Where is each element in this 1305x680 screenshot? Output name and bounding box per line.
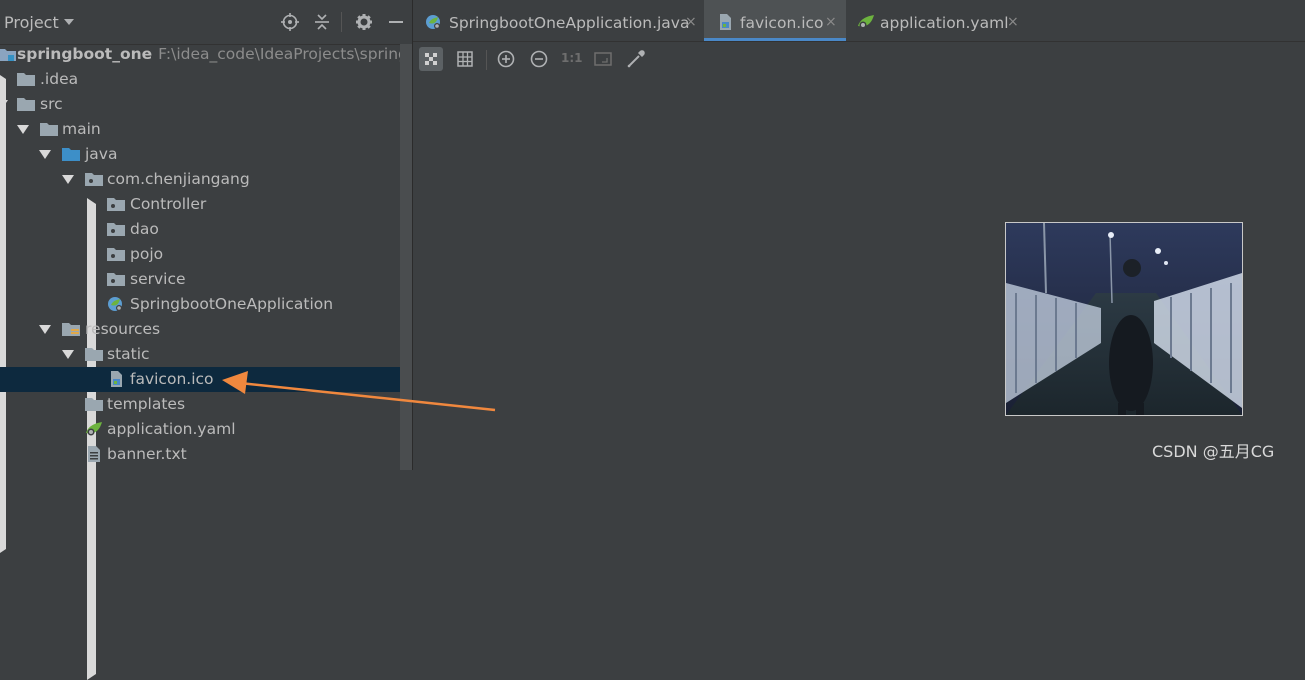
- tab-label: SpringbootOneApplication.java: [449, 14, 690, 32]
- tree-label: templates: [107, 395, 186, 413]
- image-editor-toolbar: 1:1: [413, 42, 1305, 76]
- tree-label: resources: [85, 320, 161, 338]
- grid-icon[interactable]: [453, 47, 477, 71]
- tab-favicon[interactable]: favicon.ico ×: [704, 0, 846, 41]
- gear-icon[interactable]: [355, 13, 373, 31]
- hide-panel-icon[interactable]: [387, 13, 405, 31]
- folder-icon: [17, 98, 35, 111]
- tree-label: application.yaml: [107, 420, 236, 438]
- tree-scrollbar[interactable]: [400, 44, 412, 470]
- tree-label: java: [85, 145, 118, 163]
- editor-area: SpringbootOneApplication.java × favicon.…: [413, 0, 1305, 470]
- source-folder-icon: [62, 148, 80, 161]
- tree-label: SpringbootOneApplication: [130, 295, 334, 313]
- package-icon: [107, 223, 125, 236]
- tree-label: main: [62, 120, 101, 138]
- tree-row-application-class[interactable]: SpringbootOneApplication: [0, 292, 400, 317]
- package-icon: [107, 248, 125, 261]
- color-picker-icon[interactable]: [624, 47, 648, 71]
- locate-icon[interactable]: [281, 13, 299, 31]
- tree-label: dao: [130, 220, 159, 238]
- header-separator: [341, 12, 342, 32]
- tree-row-dao[interactable]: dao: [0, 217, 400, 242]
- actual-size-icon[interactable]: 1:1: [558, 47, 583, 71]
- tree-label: service: [130, 270, 186, 288]
- tree-label: banner.txt: [107, 445, 187, 463]
- tab-application-yaml[interactable]: application.yaml ×: [847, 0, 1027, 41]
- expand-arrow-icon[interactable]: [62, 175, 74, 184]
- tree-label: com.chenjiangang: [107, 170, 250, 188]
- watermark: CSDN @五月CG: [1152, 442, 1275, 461]
- resources-folder-icon: [62, 323, 80, 336]
- project-panel-title[interactable]: Project: [4, 13, 59, 32]
- expand-arrow-icon[interactable]: [0, 100, 8, 109]
- tab-label: application.yaml: [880, 14, 1009, 32]
- image-file-icon: [111, 371, 122, 387]
- zoom-out-icon[interactable]: [527, 47, 551, 71]
- fit-zoom-icon[interactable]: [591, 47, 615, 71]
- tree-row-idea[interactable]: .idea: [0, 67, 898, 555]
- tree-row-pojo[interactable]: pojo: [0, 242, 400, 267]
- expand-arrow-icon[interactable]: [39, 150, 51, 159]
- tree-row-controller[interactable]: Controller: [0, 192, 988, 680]
- folder-icon: [85, 398, 103, 411]
- package-icon: [107, 198, 125, 211]
- expand-arrow-icon[interactable]: [17, 125, 29, 134]
- zoom-in-icon[interactable]: [494, 47, 518, 71]
- toolbar-separator: [486, 50, 487, 70]
- tree-row-favicon[interactable]: favicon.ico: [0, 367, 412, 392]
- tree-label: springboot_one: [17, 45, 153, 63]
- tree-row-resources[interactable]: resources: [0, 317, 400, 342]
- project-view-dropdown-icon[interactable]: [64, 19, 74, 25]
- image-file-icon: [720, 14, 731, 30]
- tree-label: pojo: [130, 245, 164, 263]
- tree-label: favicon.ico: [130, 370, 214, 388]
- tree-row-templates[interactable]: templates: [0, 392, 400, 417]
- close-icon[interactable]: ×: [1007, 14, 1019, 30]
- tree-row-java[interactable]: java: [0, 142, 400, 167]
- tree-label: src: [40, 95, 63, 113]
- package-icon: [107, 273, 125, 286]
- expand-arrow-icon[interactable]: [62, 350, 74, 359]
- tree-row-application-yaml[interactable]: application.yaml: [0, 417, 400, 442]
- package-icon: [85, 173, 103, 186]
- tab-springboot-application[interactable]: SpringbootOneApplication.java ×: [413, 0, 703, 41]
- close-icon[interactable]: ×: [685, 14, 697, 30]
- folder-icon: [17, 73, 35, 86]
- tree-row-springboot-one[interactable]: springboot_one F:\idea_code\IdeaProjects\…: [0, 42, 437, 67]
- chessboard-icon[interactable]: [419, 47, 443, 71]
- folder-icon: [85, 348, 103, 361]
- project-panel-header: Project: [0, 0, 412, 45]
- tab-label: favicon.ico: [740, 14, 824, 32]
- project-path: F:\idea_code\IdeaProjects\springboo: [158, 45, 437, 63]
- collapse-all-icon[interactable]: [313, 13, 331, 31]
- expand-arrow-icon[interactable]: [39, 325, 51, 334]
- close-icon[interactable]: ×: [825, 14, 837, 30]
- tree-label: .idea: [40, 70, 79, 88]
- project-panel: Project springboot_one F:\idea_code\Idea…: [0, 0, 988, 680]
- folder-icon: [40, 123, 58, 136]
- tree-row-package[interactable]: com.chenjiangang: [0, 167, 400, 192]
- tree-label: static: [107, 345, 150, 363]
- tree-row-static[interactable]: static: [0, 342, 400, 367]
- tree-row-src[interactable]: src: [0, 92, 400, 117]
- tree-label: Controller: [130, 195, 207, 213]
- spring-class-icon: [426, 15, 440, 29]
- editor-tabs: SpringbootOneApplication.java × favicon.…: [413, 0, 1305, 42]
- actual-size-label: 1:1: [561, 51, 583, 65]
- spring-yaml-icon: [86, 422, 102, 436]
- module-folder-icon: [0, 49, 16, 61]
- tree-row-main[interactable]: main: [0, 117, 400, 142]
- spring-yaml-icon: [858, 15, 874, 29]
- tree-row-service[interactable]: service: [0, 267, 400, 292]
- spring-class-icon: [108, 297, 122, 311]
- favicon-preview-image: [1005, 222, 1243, 416]
- tree-row-banner[interactable]: banner.txt: [0, 442, 400, 467]
- text-file-icon: [88, 446, 100, 462]
- image-canvas[interactable]: [413, 76, 1305, 470]
